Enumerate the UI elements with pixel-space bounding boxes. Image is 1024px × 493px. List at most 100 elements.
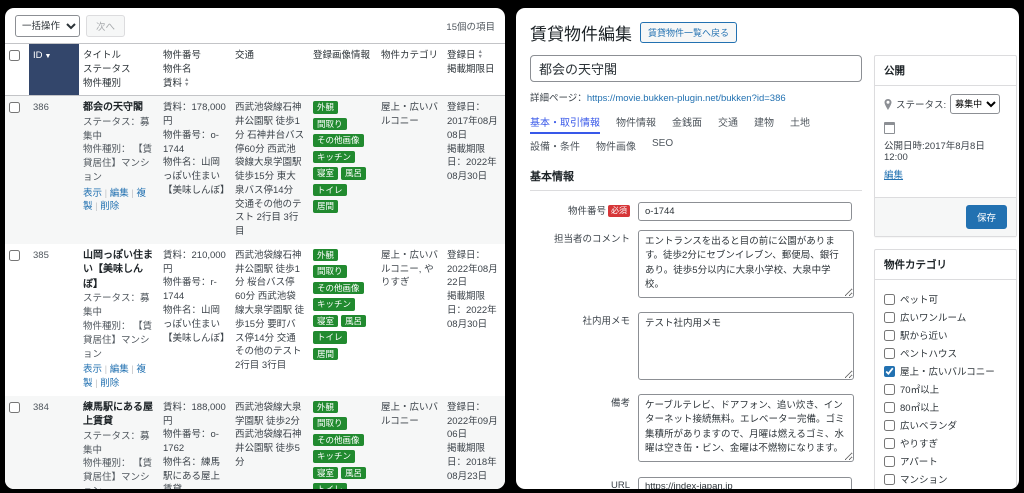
staff-comment-textarea[interactable]: エントランスを出ると目の前に公園があります。徒歩2分にセブンイレブン、郵便局、銀… — [638, 230, 854, 298]
row-deadline: 掲載期限日：2018年08月23日 — [447, 442, 501, 483]
image-tag-badge: 外観 — [313, 101, 338, 114]
category-label: 80㎡以上 — [900, 400, 939, 414]
row-category: 屋上・広いバルコニー — [377, 396, 443, 489]
image-tag-badge: 風呂 — [341, 167, 366, 180]
tab-6[interactable]: 設備・条件 — [530, 138, 580, 156]
row-id: 384 — [29, 396, 79, 489]
row-name: 物件名：山岡っぽい住まい【美味しんぼ】 — [163, 304, 227, 345]
category-item-7[interactable]: 広いベランダ — [884, 418, 1007, 432]
category-checkbox[interactable] — [884, 366, 895, 377]
category-item-5[interactable]: 70㎡以上 — [884, 382, 1007, 396]
status-pin-icon — [884, 99, 892, 110]
url-input[interactable] — [638, 477, 852, 489]
category-item-8[interactable]: やりすぎ — [884, 436, 1007, 450]
category-box-title: 物件カテゴリ — [875, 250, 1016, 280]
detail-page-link[interactable]: https://movie.bukken-plugin.net/bukken?i… — [587, 93, 786, 104]
category-item-3[interactable]: ペントハウス — [884, 346, 1007, 360]
row-title: 練馬駅にある屋上賃貸 — [83, 401, 155, 430]
tab-1[interactable]: 物件情報 — [616, 114, 656, 134]
image-tag-badge: 間取り — [313, 265, 347, 278]
field-comment: 担当者のコメント エントランスを出ると目の前に公園があります。徒歩2分にセブンイ… — [530, 230, 862, 303]
row-actions: 表示 編集 複製 削除 — [83, 187, 155, 215]
row-image-tags: 外観間取りその他画像キッチン寝室風呂トイレ居間 — [309, 96, 377, 244]
row-type: 物件種別： 【賃貸居住】マンション — [83, 457, 155, 489]
row-registered: 登録日：2022年08月22日 — [447, 249, 501, 290]
row-image-tags: 外観間取りその他画像キッチン寝室風呂トイレ居間 — [309, 396, 377, 489]
tab-7[interactable]: 物件画像 — [596, 138, 636, 156]
back-to-list-button[interactable]: 賃貸物件一覧へ戻る — [640, 22, 737, 43]
category-checkbox[interactable] — [884, 438, 895, 449]
category-checkbox[interactable] — [884, 294, 895, 305]
category-item-0[interactable]: ペット可 — [884, 292, 1007, 306]
row-action-link[interactable]: 表示 — [83, 364, 107, 375]
column-header-images: 登録画像情報 — [309, 44, 377, 96]
publish-datetime: 公開日時:2017年8月8日 12:00 — [884, 138, 1007, 163]
tab-4[interactable]: 建物 — [754, 114, 774, 134]
row-name: 物件名：練馬駅にある屋上賃貸 — [163, 456, 227, 489]
category-item-9[interactable]: アパート — [884, 454, 1007, 468]
row-type: 物件種別： 【賃貸居住】マンション — [83, 143, 155, 184]
property-number-input[interactable] — [638, 202, 852, 221]
note-textarea[interactable]: ケーブルテレビ、ドアフォン、追い炊き、インターネット接続無料。エレベーター完備。… — [638, 394, 854, 462]
column-header-transport: 交通 — [231, 44, 309, 96]
field-number: 物件番号必須 — [530, 201, 862, 221]
category-item-6[interactable]: 80㎡以上 — [884, 400, 1007, 414]
category-checkbox[interactable] — [884, 384, 895, 395]
sort-rent[interactable]: 賃料 — [163, 78, 182, 89]
column-header-number: 物件番号 物件名 賃料▲▼ — [159, 44, 231, 96]
image-tag-badge: 風呂 — [341, 315, 366, 328]
save-button[interactable]: 保存 — [966, 205, 1007, 229]
row-action-link[interactable]: 表示 — [83, 188, 107, 199]
sort-date[interactable]: 登録日 — [447, 50, 476, 61]
image-tag-badge: その他画像 — [313, 434, 364, 447]
publish-box-title: 公開 — [875, 56, 1016, 86]
image-tag-badge: 寝室 — [313, 467, 338, 480]
category-label: 広いベランダ — [900, 418, 957, 432]
internal-memo-textarea[interactable]: テスト社内用メモ — [638, 312, 854, 380]
category-checkbox[interactable] — [884, 420, 895, 431]
bulk-action-select[interactable]: 一括操作 — [15, 15, 80, 37]
tab-0[interactable]: 基本・取引情報 — [530, 114, 600, 134]
column-header-category: 物件カテゴリ — [377, 44, 443, 96]
row-checkbox[interactable] — [9, 402, 20, 413]
row-checkbox[interactable] — [9, 250, 20, 261]
category-label: 駅から近い — [900, 328, 948, 342]
image-tag-badge: 外観 — [313, 401, 338, 414]
category-checkbox[interactable] — [884, 312, 895, 323]
category-item-4[interactable]: 屋上・広いバルコニー — [884, 364, 1007, 378]
category-checkbox[interactable] — [884, 330, 895, 341]
tab-3[interactable]: 交通 — [718, 114, 738, 134]
row-image-tags: 外観間取りその他画像キッチン寝室風呂トイレ居間 — [309, 244, 377, 396]
row-checkbox[interactable] — [9, 102, 20, 113]
category-item-2[interactable]: 駅から近い — [884, 328, 1007, 342]
row-action-link[interactable]: 編集 — [110, 364, 134, 375]
image-tag-badge: トイレ — [313, 483, 347, 489]
row-action-link[interactable]: 削除 — [100, 378, 119, 389]
property-list-panel: 一括操作 次へ 15個の項目 ID▼ タイトル ステータス 物件種別 物件番号 — [5, 8, 505, 489]
category-item-10[interactable]: マンション — [884, 472, 1007, 486]
edit-datetime-link[interactable]: 編集 — [884, 167, 903, 181]
category-checkbox[interactable] — [884, 402, 895, 413]
row-action-link[interactable]: 削除 — [100, 201, 119, 212]
category-checkbox[interactable] — [884, 474, 895, 485]
calendar-icon — [884, 122, 895, 134]
tab-5[interactable]: 土地 — [790, 114, 810, 134]
row-action-link[interactable]: 編集 — [110, 188, 134, 199]
row-rent: 賃料：188,000円 — [163, 401, 227, 429]
row-registered: 登録日：2022年09月06日 — [447, 401, 501, 442]
column-header-id[interactable]: ID▼ — [29, 44, 79, 96]
tab-8[interactable]: SEO — [652, 138, 673, 156]
select-all-checkbox[interactable] — [9, 50, 20, 61]
publish-box: 公開 ステータス: 募集中 公開日時:2017年8月8日 12:00 編集 — [874, 55, 1017, 237]
image-tag-badge: 居間 — [313, 348, 338, 361]
next-page-button[interactable]: 次へ — [86, 15, 125, 37]
category-checkbox[interactable] — [884, 348, 895, 359]
category-checkbox[interactable] — [884, 456, 895, 467]
tab-2[interactable]: 金銭面 — [672, 114, 702, 134]
status-select[interactable]: 募集中 — [950, 94, 1000, 114]
field-note: 備考 ケーブルテレビ、ドアフォン、追い炊き、インターネット接続無料。エレベーター… — [530, 394, 862, 467]
category-item-1[interactable]: 広いワンルーム — [884, 310, 1007, 324]
property-title-input[interactable] — [530, 55, 862, 82]
image-tag-badge: キッチン — [313, 298, 355, 311]
row-id: 386 — [29, 96, 79, 244]
